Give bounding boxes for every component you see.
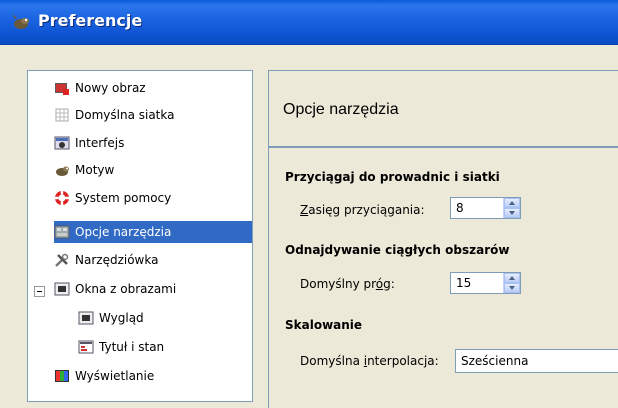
tree-item-label: Wygląd [99,311,144,325]
interpolation-value: Sześcienna [461,354,529,368]
interface-icon [54,136,70,150]
window-title: Preferencje [38,11,143,30]
arrow-up-icon[interactable] [504,198,520,208]
title-bar[interactable]: Preferencje [0,0,618,45]
new-image-icon [55,83,69,95]
spinner-arrows [503,273,520,293]
tree-item-tool-options[interactable]: Opcje narzędzia [54,221,252,243]
section-title-contiguous: Odnajdywanie ciągłych obszarów [285,243,510,257]
interpolation-dropdown[interactable]: Sześcienna [455,349,618,373]
image-window-icon [54,282,70,296]
snap-distance-spinner[interactable]: 8 [450,197,521,219]
toolbox-icon [55,253,69,267]
tree-item-label: Opcje narzędzia [72,221,175,243]
tree-item-label: Domyślna siatka [75,108,175,122]
interpolation-label: Domyślna interpolacja: [300,354,439,368]
tree-item-label: Tytuł i stan [99,340,165,354]
tree-item-label: System pomocy [75,191,172,205]
tree-item-label: Wyświetlanie [75,369,155,383]
arrow-up-icon[interactable] [504,273,520,283]
tree-item-label: Okna z obrazami [75,282,177,296]
arrow-down-icon[interactable] [504,208,520,218]
tree-item-label: Motyw [75,163,115,177]
page-title: Opcje narzędzia [283,101,399,118]
display-icon [55,370,69,382]
threshold-spinner[interactable]: 15 [450,272,521,294]
grid-icon [55,108,69,122]
arrow-down-icon[interactable] [504,283,520,293]
tree-item-label: Interfejs [75,136,125,150]
threshold-value[interactable]: 15 [456,276,471,290]
tree-item-label: Nowy obraz [75,81,146,95]
snap-distance-label: Zasięg przyciągania: [300,203,425,217]
section-title-scaling: Skalowanie [285,318,363,332]
section-title-snap: Przyciągaj do prowadnic i siatki [285,170,500,184]
preferences-tree[interactable]: Nowy obraz Domyślna siatka Interfejs Mot… [27,70,253,402]
collapse-toggle[interactable] [34,286,45,297]
spinner-arrows [503,198,520,218]
snap-distance-value[interactable]: 8 [456,201,464,215]
theme-icon [56,166,69,176]
title-status-icon [78,340,94,354]
appearance-icon [78,311,94,325]
gimp-wilber-icon [12,14,29,29]
help-lifebuoy-icon [55,191,69,205]
tree-item-label: Narzędziówka [75,253,159,267]
threshold-label: Domyślny próg: [300,277,395,291]
tool-options-icon [54,225,70,239]
